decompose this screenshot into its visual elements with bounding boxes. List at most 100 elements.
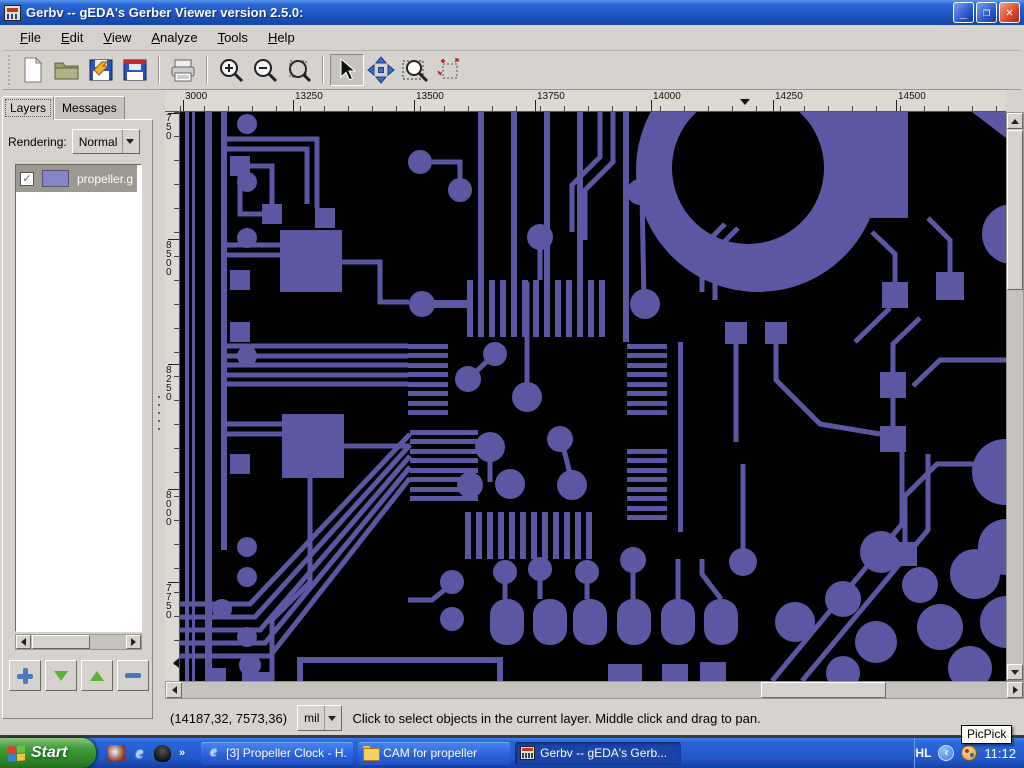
canvas-vscrollbar[interactable] [1006, 112, 1024, 681]
layer-color-swatch[interactable] [42, 170, 69, 187]
layer-list-hscrollbar[interactable] [15, 634, 142, 650]
task-gerbv[interactable]: Gerbv -- gEDA's Gerb... [515, 741, 682, 765]
task-propeller-clock[interactable]: e [3] Propeller Clock - H... [201, 741, 354, 765]
open-file-button[interactable] [50, 54, 84, 86]
horizontal-ruler: 3000 13250 13500 13750 14000 14250 14500 [165, 90, 1006, 112]
language-indicator[interactable]: HL [915, 746, 931, 760]
rendering-label: Rendering: [8, 134, 67, 149]
tray-collapse-chevron[interactable]: ‹ [938, 745, 955, 761]
canvas-hscrollbar[interactable] [165, 681, 1024, 699]
picpick-tooltip: PicPick [961, 725, 1013, 744]
menu-help[interactable]: Help [259, 27, 304, 48]
toolbar-grip [6, 55, 13, 85]
units-select[interactable]: mil [297, 705, 343, 731]
status-bar: (14187,32, 7573,36) mil Click to select … [160, 701, 1024, 735]
scroll-up-arrow[interactable] [1007, 113, 1023, 129]
start-label: Start [31, 744, 68, 761]
new-file-icon [24, 57, 43, 83]
start-button[interactable]: Start [0, 738, 96, 768]
panel-splitter-handle[interactable] [158, 396, 162, 436]
menu-tools[interactable]: Tools [209, 27, 257, 48]
scrollbar-thumb[interactable] [761, 682, 886, 698]
measure-tool-button[interactable] [432, 54, 466, 86]
zoom-tool-button[interactable] [398, 54, 432, 86]
toolbar-separator [158, 56, 160, 84]
scroll-right-arrow[interactable] [1007, 682, 1023, 698]
arrow-up-icon [90, 670, 104, 681]
layer-visibility-checkbox[interactable]: ✓ [20, 171, 34, 186]
units-value: mil [304, 711, 320, 725]
menu-edit[interactable]: Edit [52, 27, 92, 48]
folder-icon [363, 746, 381, 761]
add-layer-button[interactable] [9, 660, 41, 691]
quicklaunch-overflow-chevron[interactable]: » [179, 747, 185, 759]
floppy-save-icon [123, 59, 147, 81]
scroll-left-arrow[interactable] [16, 635, 31, 649]
move-layer-down-button[interactable] [45, 660, 77, 691]
pointer-icon [340, 58, 357, 81]
revert-button[interactable] [84, 54, 118, 86]
gerbv-app-icon [4, 4, 21, 21]
layers-panel-body: Rendering: Normal ✓ propeller.g [2, 119, 153, 719]
cursor-position-marker-v [173, 658, 179, 668]
layer-name: propeller.g [77, 171, 133, 186]
rendering-select[interactable]: Normal [71, 129, 141, 154]
scrollbar-thumb[interactable] [1007, 130, 1023, 290]
chevron-down-icon [126, 139, 135, 144]
layer-row[interactable]: ✓ propeller.g [16, 165, 137, 192]
ie-icon: e [210, 744, 217, 760]
scroll-down-arrow[interactable] [1007, 664, 1023, 680]
zoom-in-button[interactable] [214, 54, 248, 86]
new-file-button[interactable] [16, 54, 50, 86]
layer-list: ✓ propeller.g [15, 164, 142, 632]
remove-layer-button[interactable] [117, 660, 149, 691]
move-layer-up-button[interactable] [81, 660, 113, 691]
picpick-tray-icon[interactable] [961, 745, 978, 761]
cursor-coordinates: (14187,32, 7573,36) [170, 710, 288, 726]
printer-icon [171, 59, 195, 82]
close-button[interactable]: ✕ [999, 2, 1020, 23]
minimize-button[interactable]: _ [953, 2, 974, 23]
quicklaunch-ie-icon[interactable]: e [131, 744, 148, 762]
gerber-canvas[interactable] [180, 48, 1024, 707]
quicklaunch-inkscape-icon[interactable] [154, 744, 171, 762]
menu-file[interactable]: File [11, 27, 50, 48]
tab-layers[interactable]: Layers [2, 96, 55, 120]
print-button[interactable] [166, 54, 200, 86]
panel-tabs: Layers Messages [2, 96, 125, 120]
open-folder-icon [54, 62, 79, 80]
windows-flag-icon [8, 744, 25, 762]
pcb-layer-graphic [180, 48, 1024, 707]
status-message: Click to select objects in the current l… [352, 710, 761, 726]
zoom-out-button[interactable] [248, 54, 282, 86]
pan-tool-button[interactable] [364, 54, 398, 86]
quick-launch-bar: e » [108, 744, 185, 762]
quicklaunch-picpick-icon[interactable] [108, 744, 125, 762]
zoom-fit-button[interactable] [282, 54, 316, 86]
chevron-down-icon [328, 715, 337, 721]
zoom-fit-icon [289, 60, 312, 83]
scroll-left-arrow[interactable] [166, 682, 182, 698]
zoom-select-icon [402, 60, 429, 83]
task-cam-folder[interactable]: CAM for propeller [358, 741, 511, 765]
scrollbar-thumb[interactable] [32, 635, 90, 649]
zoom-in-icon [220, 59, 244, 83]
floppy-reload-icon [89, 59, 113, 81]
scroll-right-arrow[interactable] [126, 635, 141, 649]
gerbv-window: Gerbv -- gEDA's Gerber Viewer version 2.… [0, 0, 1024, 735]
layers-panel: Layers Messages Rendering: Normal ✓ prop… [0, 90, 157, 735]
menu-view[interactable]: View [94, 27, 140, 48]
arrow-down-icon [54, 670, 68, 681]
restore-button[interactable]: ❐ [976, 2, 997, 23]
title-bar: Gerbv -- gEDA's Gerber Viewer version 2.… [0, 0, 1024, 25]
gerbv-icon [520, 746, 536, 760]
pointer-tool-button[interactable] [330, 54, 364, 86]
save-button[interactable] [118, 54, 152, 86]
tab-messages[interactable]: Messages [54, 96, 125, 120]
menu-analyze[interactable]: Analyze [142, 27, 206, 48]
vertical-ruler: 750 8500 8250 8000 7750 [165, 112, 180, 681]
toolbar-separator [322, 56, 324, 84]
rendering-value: Normal [78, 134, 118, 149]
menu-bar: File Edit View Analyze Tools Help [3, 25, 1021, 51]
minus-icon [125, 673, 141, 678]
